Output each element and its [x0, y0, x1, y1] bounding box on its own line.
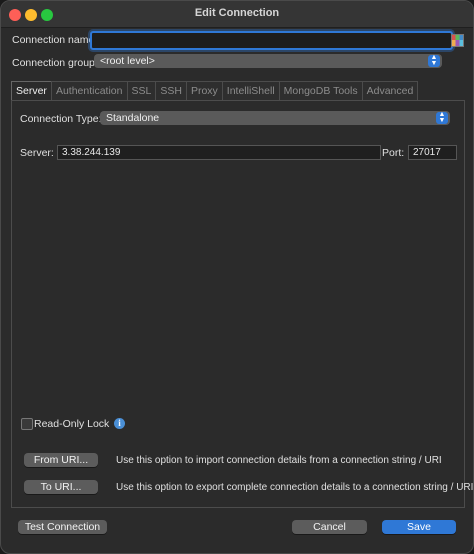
- cancel-button[interactable]: Cancel: [292, 520, 367, 534]
- connection-name-label: Connection name:: [12, 34, 98, 46]
- test-connection-button[interactable]: Test Connection: [18, 520, 107, 534]
- connection-type-select[interactable]: Standalone ▲ ▼: [100, 111, 450, 125]
- connection-group-select[interactable]: <root level> ▲ ▼: [94, 54, 442, 68]
- to-uri-description: Use this option to export complete conne…: [116, 482, 474, 493]
- server-host-input[interactable]: 3.38.244.139: [57, 145, 381, 160]
- from-uri-button[interactable]: From URI...: [24, 453, 98, 467]
- tab-ssl[interactable]: SSL: [126, 81, 157, 100]
- connection-type-label: Connection Type:: [20, 113, 102, 125]
- port-input[interactable]: 27017: [408, 145, 457, 160]
- tab-proxy[interactable]: Proxy: [185, 81, 223, 100]
- connection-type-value: Standalone: [106, 112, 160, 124]
- to-uri-button[interactable]: To URI...: [24, 480, 98, 494]
- title-bar: Edit Connection: [1, 1, 473, 28]
- info-icon[interactable]: i: [114, 418, 125, 429]
- server-label: Server:: [20, 147, 54, 159]
- window-title: Edit Connection: [194, 7, 280, 19]
- from-uri-description: Use this option to import connection det…: [116, 455, 442, 466]
- read-only-lock-label: Read-Only Lock: [34, 418, 110, 430]
- tab-server[interactable]: Server: [11, 81, 52, 101]
- read-only-lock-checkbox[interactable]: [21, 418, 33, 430]
- tab-mongodb-tools[interactable]: MongoDB Tools: [278, 81, 363, 100]
- port-label: Port:: [382, 147, 405, 159]
- connection-group-label: Connection group:: [12, 57, 98, 69]
- color-palette-icon[interactable]: [451, 34, 464, 47]
- tab-bar: Server Authentication SSL SSH Proxy Inte…: [11, 81, 419, 101]
- connection-group-value: <root level>: [100, 55, 155, 67]
- connection-name-input[interactable]: [90, 31, 453, 50]
- server-tab-panel: Connection Type: Standalone ▲ ▼ Server: 3…: [11, 100, 473, 508]
- tab-advanced[interactable]: Advanced: [361, 81, 419, 100]
- tab-ssh[interactable]: SSH: [155, 81, 187, 100]
- edit-connection-dialog: Edit Connection Connection name: Connect…: [0, 0, 474, 554]
- chevron-up-down-icon: ▲ ▼: [428, 54, 440, 67]
- tab-intellishell[interactable]: IntelliShell: [221, 81, 280, 100]
- chevron-up-down-icon: ▲ ▼: [436, 111, 448, 124]
- tab-authentication[interactable]: Authentication: [50, 81, 128, 100]
- save-button[interactable]: Save: [382, 520, 456, 534]
